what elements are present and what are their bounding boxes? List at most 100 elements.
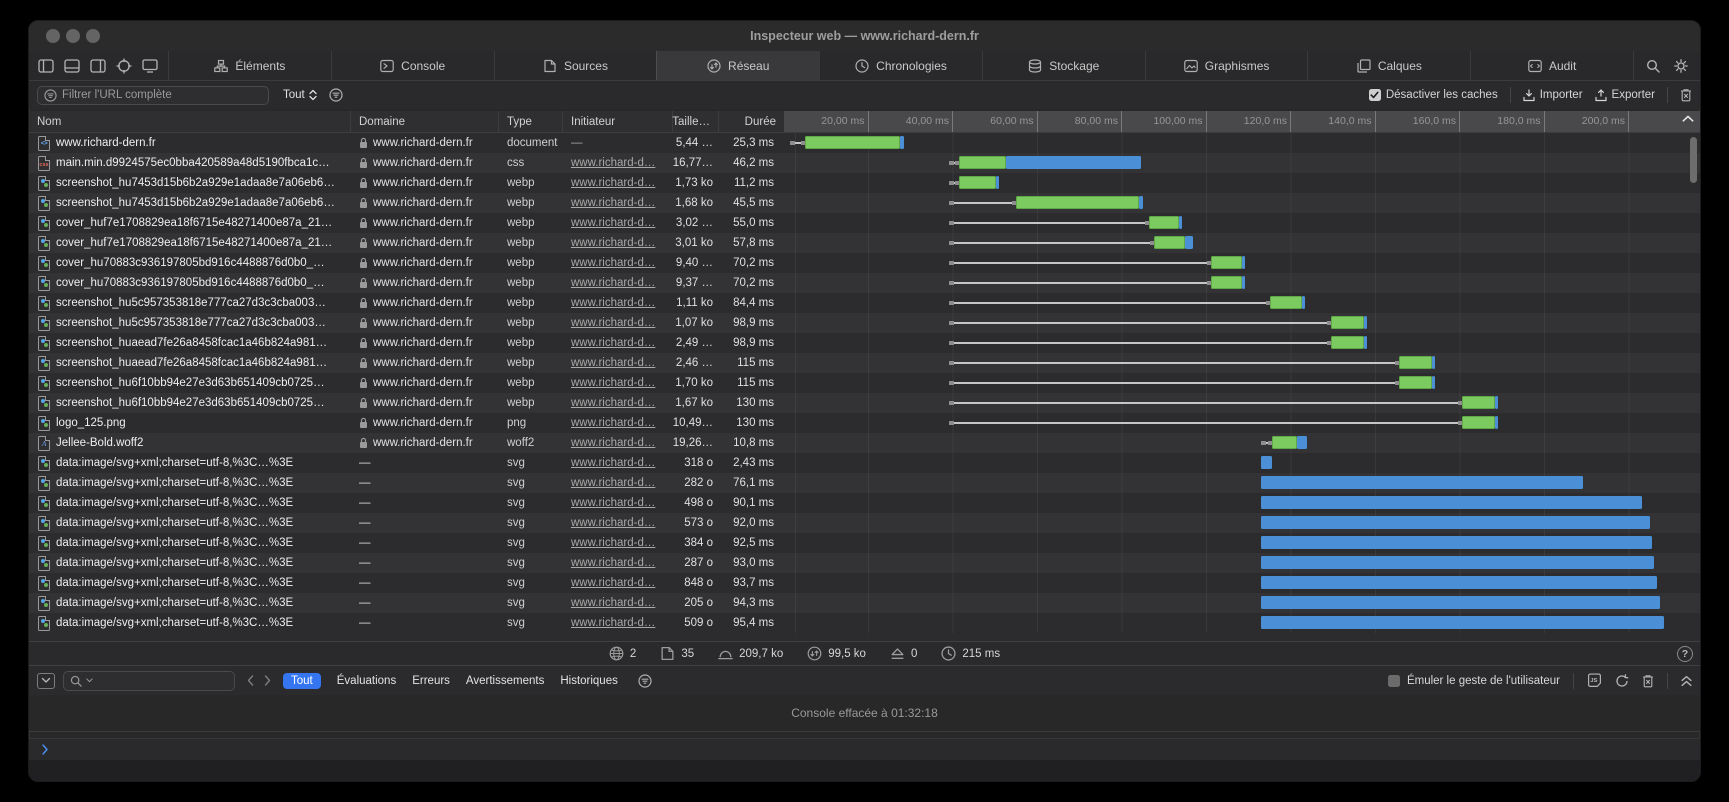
- emulate-user-gesture-checkbox[interactable]: Émuler le geste de l'utilisateur: [1388, 675, 1560, 687]
- waterfall-response-bar[interactable]: [1270, 296, 1303, 309]
- table-row[interactable]: data:image/svg+xml;charset=utf-8,%3C…%3E…: [29, 453, 1701, 473]
- dock-right-icon[interactable]: [90, 59, 106, 73]
- initiator-link[interactable]: www.richard-d…: [571, 537, 655, 549]
- url-filter-input[interactable]: [62, 89, 262, 101]
- waterfall-download-bar[interactable]: [1261, 496, 1642, 509]
- initiator-link[interactable]: www.richard-d…: [571, 317, 655, 329]
- waterfall-download-bar[interactable]: [1261, 616, 1664, 629]
- waterfall-download-bar[interactable]: [1179, 216, 1182, 229]
- initiator-link[interactable]: www.richard-d…: [571, 277, 655, 289]
- console-scope-évaluations[interactable]: Évaluations: [337, 675, 396, 687]
- table-row[interactable]: screenshot_hu7453d15b6b2a929e1adaa8e7a06…: [29, 173, 1701, 193]
- waterfall-download-bar[interactable]: [1242, 276, 1245, 289]
- tab-audit[interactable]: Audit: [1470, 51, 1634, 80]
- waterfall-download-bar[interactable]: [1242, 256, 1245, 269]
- table-row[interactable]: logo_125.png www.richard-dern.fr png www…: [29, 413, 1701, 433]
- waterfall-response-bar[interactable]: [959, 156, 1005, 169]
- waterfall-download-bar[interactable]: [1432, 376, 1435, 389]
- initiator-link[interactable]: www.richard-d…: [571, 237, 655, 249]
- table-row[interactable]: screenshot_hu7453d15b6b2a929e1adaa8e7a06…: [29, 193, 1701, 213]
- column-header-type[interactable]: Type: [499, 111, 563, 132]
- table-row[interactable]: screenshot_huaead7fe26a8458fcac1a46b824a…: [29, 353, 1701, 373]
- device-settings-icon[interactable]: [142, 59, 158, 73]
- waterfall-download-bar[interactable]: [1139, 196, 1143, 209]
- waterfall-download-bar[interactable]: [1495, 396, 1498, 409]
- tab-console[interactable]: Console: [331, 51, 494, 80]
- waterfall-download-bar[interactable]: [1261, 576, 1657, 589]
- initiator-link[interactable]: www.richard-d…: [571, 377, 655, 389]
- tab-calques[interactable]: Calques: [1307, 51, 1470, 80]
- table-row[interactable]: cover_huf7e1708829ea18f6715e48271400e87a…: [29, 233, 1701, 253]
- previous-result-icon[interactable]: [247, 675, 254, 686]
- search-icon[interactable]: [1646, 59, 1660, 73]
- clear-network-trash-icon[interactable]: [1680, 88, 1692, 102]
- table-row[interactable]: data:image/svg+xml;charset=utf-8,%3C…%3E…: [29, 573, 1701, 593]
- waterfall-download-bar[interactable]: [1261, 536, 1652, 549]
- waterfall-response-bar[interactable]: [1211, 276, 1243, 289]
- table-row[interactable]: data:image/svg+xml;charset=utf-8,%3C…%3E…: [29, 473, 1701, 493]
- initiator-link[interactable]: www.richard-d…: [571, 157, 655, 169]
- column-header-initiateur[interactable]: Initiateur: [563, 111, 673, 132]
- waterfall-response-bar[interactable]: [1149, 216, 1179, 229]
- initiator-link[interactable]: www.richard-d…: [571, 577, 655, 589]
- console-scope-avertissements[interactable]: Avertissements: [466, 675, 544, 687]
- initiator-link[interactable]: www.richard-d…: [571, 457, 655, 469]
- waterfall-response-bar[interactable]: [1462, 396, 1495, 409]
- console-prompt-row[interactable]: [29, 738, 1700, 760]
- tab-éléments[interactable]: Éléments: [168, 51, 331, 80]
- waterfall-response-bar[interactable]: [1331, 316, 1364, 329]
- gear-icon[interactable]: [1674, 59, 1688, 73]
- refresh-icon[interactable]: [1615, 674, 1629, 688]
- console-scope-historiques[interactable]: Historiques: [560, 675, 618, 687]
- waterfall-response-bar[interactable]: [1331, 336, 1364, 349]
- waterfall-download-bar[interactable]: [1364, 336, 1367, 349]
- next-result-icon[interactable]: [264, 675, 271, 686]
- table-row[interactable]: www.richard-dern.fr www.richard-dern.fr …: [29, 133, 1701, 153]
- console-search-input[interactable]: [97, 675, 228, 687]
- waterfall-response-bar[interactable]: [1462, 416, 1495, 429]
- waterfall-download-bar[interactable]: [1261, 596, 1659, 609]
- table-row[interactable]: cover_hu70883c936197805bd916c4488876d0b0…: [29, 273, 1701, 293]
- waterfall-response-bar[interactable]: [1154, 236, 1186, 249]
- table-row[interactable]: data:image/svg+xml;charset=utf-8,%3C…%3E…: [29, 553, 1701, 573]
- collapse-waterfall-icon[interactable]: [1682, 115, 1694, 122]
- table-row[interactable]: data:image/svg+xml;charset=utf-8,%3C…%3E…: [29, 493, 1701, 513]
- table-row[interactable]: screenshot_hu6f10bb94e27e3d63b651409cb07…: [29, 373, 1701, 393]
- waterfall-response-bar[interactable]: [959, 176, 996, 189]
- waterfall-download-bar[interactable]: [1261, 556, 1654, 569]
- table-row[interactable]: data:image/svg+xml;charset=utf-8,%3C…%3E…: [29, 513, 1701, 533]
- console-collapse-button[interactable]: [37, 673, 55, 689]
- table-row[interactable]: screenshot_hu6f10bb94e27e3d63b651409cb07…: [29, 393, 1701, 413]
- initiator-link[interactable]: www.richard-d…: [571, 337, 655, 349]
- table-row[interactable]: screenshot_huaead7fe26a8458fcac1a46b824a…: [29, 333, 1701, 353]
- column-header-nom[interactable]: Nom: [29, 111, 351, 132]
- column-header-taille[interactable]: Taille…: [673, 111, 719, 132]
- waterfall-response-bar[interactable]: [1211, 256, 1243, 269]
- tab-réseau[interactable]: Réseau: [656, 51, 819, 80]
- initiator-link[interactable]: www.richard-d…: [571, 197, 655, 209]
- js-context-icon[interactable]: [1587, 673, 1602, 688]
- initiator-link[interactable]: www.richard-d…: [571, 557, 655, 569]
- console-filter-button[interactable]: [638, 674, 652, 688]
- export-button[interactable]: Exporter: [1595, 89, 1655, 102]
- waterfall-download-bar[interactable]: [1495, 416, 1498, 429]
- table-row[interactable]: cover_hu70883c936197805bd916c4488876d0b0…: [29, 253, 1701, 273]
- initiator-link[interactable]: www.richard-d…: [571, 297, 655, 309]
- waterfall-response-bar[interactable]: [1399, 376, 1432, 389]
- waterfall-download-bar[interactable]: [900, 136, 903, 149]
- waterfall-download-bar[interactable]: [1185, 236, 1193, 249]
- clear-console-trash-icon[interactable]: [1642, 674, 1654, 688]
- initiator-link[interactable]: www.richard-d…: [571, 257, 655, 269]
- console-scope-erreurs[interactable]: Erreurs: [412, 675, 450, 687]
- initiator-link[interactable]: www.richard-d…: [571, 497, 655, 509]
- dock-bottom-icon[interactable]: [64, 59, 80, 73]
- table-row[interactable]: cover_huf7e1708829ea18f6715e48271400e87a…: [29, 213, 1701, 233]
- tab-stockage[interactable]: Stockage: [982, 51, 1145, 80]
- waterfall-response-bar[interactable]: [1272, 436, 1297, 449]
- console-search-field[interactable]: [63, 671, 235, 691]
- table-row[interactable]: data:image/svg+xml;charset=utf-8,%3C…%3E…: [29, 593, 1701, 613]
- waterfall-download-bar[interactable]: [1364, 316, 1367, 329]
- table-row[interactable]: Jellee-Bold.woff2 www.richard-dern.fr wo…: [29, 433, 1701, 453]
- waterfall-response-bar[interactable]: [1399, 356, 1432, 369]
- filter-options-button[interactable]: [329, 88, 343, 102]
